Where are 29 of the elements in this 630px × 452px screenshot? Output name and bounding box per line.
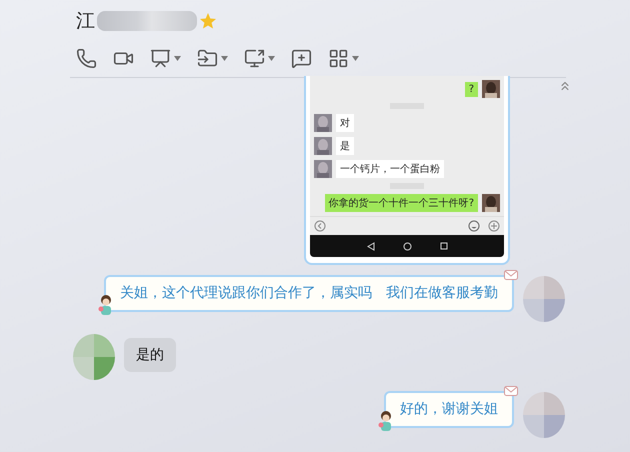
contact-name: 江: [76, 9, 95, 34]
message-bubble: 是的: [124, 338, 176, 372]
back-icon[interactable]: [366, 242, 374, 250]
avatar: [522, 275, 566, 323]
message-bubble: ?: [464, 82, 478, 96]
caret-icon: [352, 56, 359, 61]
presentation-icon: [150, 48, 171, 69]
folder-arrow-icon: [197, 48, 218, 69]
message-bubble: 对: [336, 114, 354, 132]
avatar: [72, 333, 116, 381]
phone-icon: [76, 48, 97, 69]
envelope-icon: [504, 386, 518, 396]
envelope-icon: [504, 270, 518, 280]
caret-icon: [174, 56, 181, 61]
message-bubble: 一个钙片，一个蛋白粉: [336, 160, 444, 178]
avatar: [522, 391, 566, 439]
chat-screenshot[interactable]: ? 对 是 一个钙片，一个蛋白粉 你拿的货一个十件一个三十件呀?: [304, 76, 510, 265]
message-bubble: 是: [336, 137, 354, 155]
screen-share-icon: [244, 48, 265, 69]
message-plus-icon: [291, 48, 312, 69]
message-bubble: 你拿的货一个十件一个三十件呀?: [324, 194, 478, 212]
plus-icon: [488, 220, 500, 232]
home-icon[interactable]: [402, 242, 412, 250]
caret-icon: [221, 56, 228, 61]
emoji-icon: [468, 220, 480, 232]
grid-icon: [328, 48, 349, 69]
recent-apps-icon[interactable]: [440, 242, 448, 250]
voice-icon: [314, 220, 326, 232]
caret-icon: [268, 56, 275, 61]
